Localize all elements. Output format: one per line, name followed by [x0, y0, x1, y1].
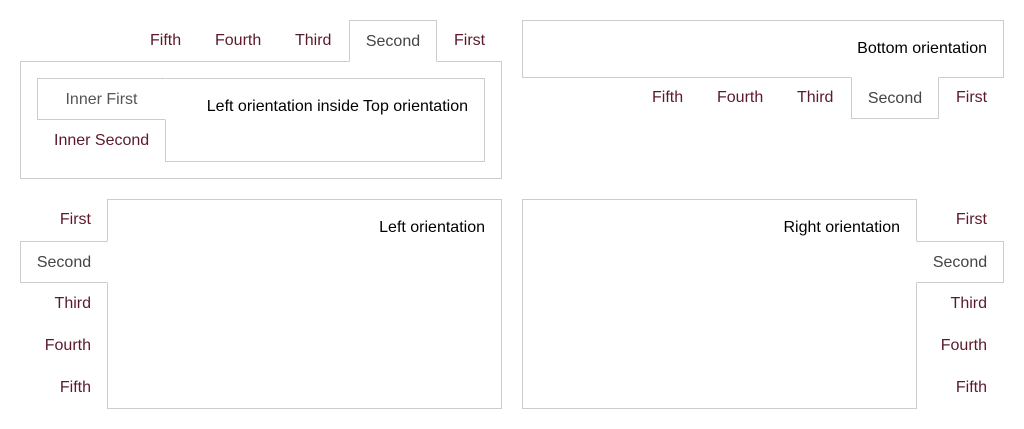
- inner-tab-column-edge: [37, 78, 38, 120]
- inner-content-text: Left orientation inside Top orientation: [206, 98, 468, 115]
- bottom-tab-fourth[interactable]: Fourth: [717, 77, 763, 119]
- left-tab-fifth[interactable]: Fifth: [60, 367, 91, 409]
- right-tab-fifth[interactable]: Fifth: [956, 367, 987, 409]
- bottom-tab-first[interactable]: First: [956, 77, 987, 119]
- right-tab-third[interactable]: Third: [951, 283, 987, 325]
- left-tab-fourth[interactable]: Fourth: [45, 325, 91, 367]
- left-tab-first[interactable]: First: [60, 199, 91, 241]
- inner-content-box: [165, 78, 485, 162]
- top-tab-second[interactable]: Second: [349, 20, 437, 62]
- bottom-content-text: Bottom orientation: [857, 40, 987, 57]
- right-content-text: Right orientation: [783, 219, 900, 236]
- right-tab-first[interactable]: First: [956, 199, 987, 241]
- top-tab-fourth[interactable]: Fourth: [215, 20, 261, 62]
- bottom-tab-fifth[interactable]: Fifth: [652, 77, 683, 119]
- right-tab-fourth[interactable]: Fourth: [941, 325, 987, 367]
- top-tab-first[interactable]: First: [454, 20, 485, 62]
- bottom-tab-second[interactable]: Second: [851, 77, 939, 119]
- top-tab-third[interactable]: Third: [295, 20, 331, 62]
- top-tab-fifth[interactable]: Fifth: [150, 20, 181, 62]
- left-content-text: Left orientation: [379, 219, 485, 236]
- left-tab-third[interactable]: Third: [55, 283, 91, 325]
- left-tab-second[interactable]: Second: [20, 241, 108, 283]
- right-tab-second[interactable]: Second: [916, 241, 1004, 283]
- bottom-tab-third[interactable]: Third: [797, 77, 833, 119]
- inner-tab-first[interactable]: Inner First: [37, 78, 166, 120]
- inner-tab-second[interactable]: Inner Second: [54, 120, 149, 162]
